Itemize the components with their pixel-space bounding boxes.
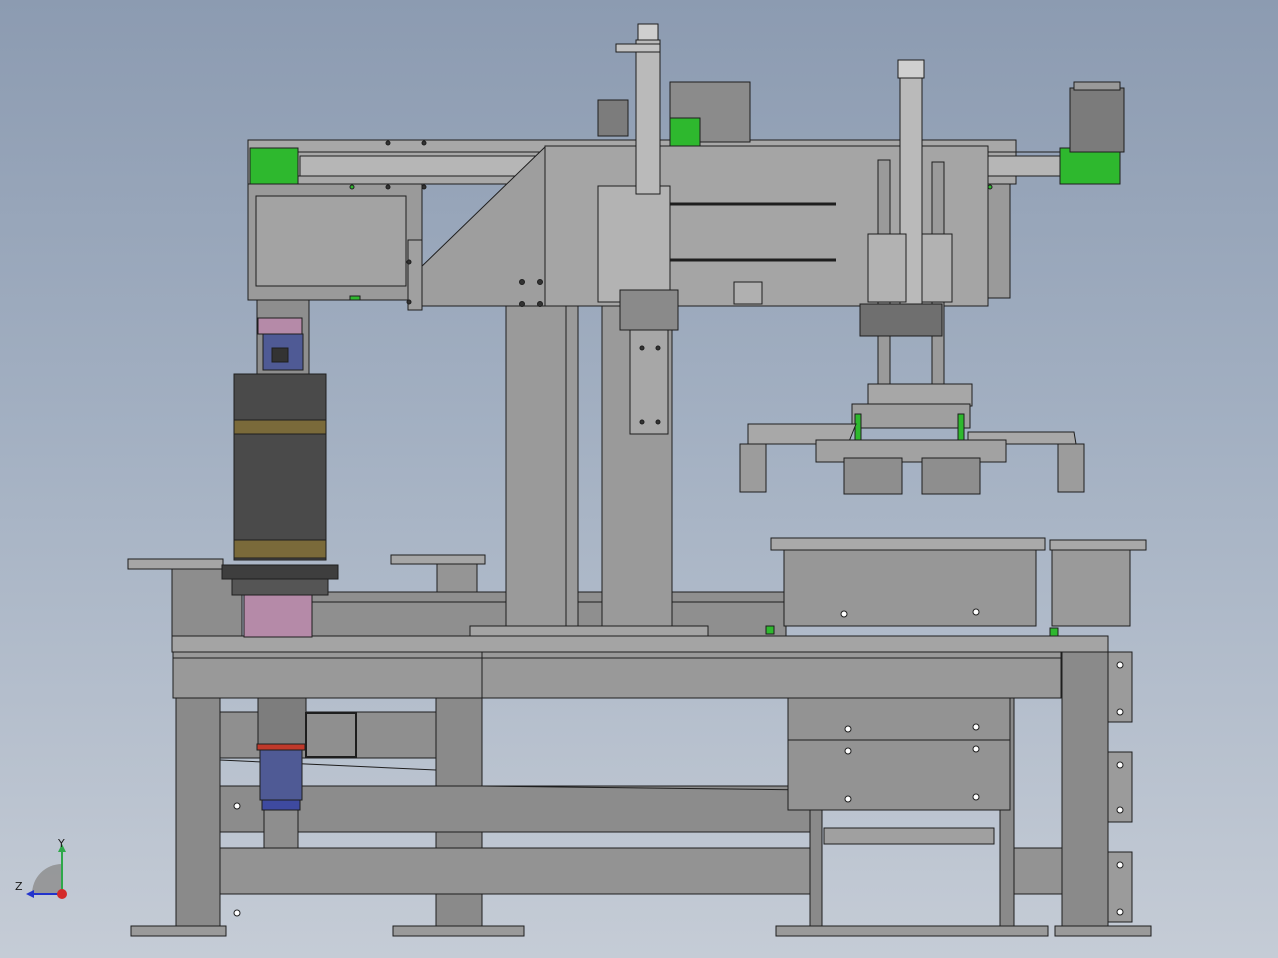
right-feed-platform[interactable] bbox=[765, 537, 1147, 637]
cad-graphics-viewport[interactable]: Y Z bbox=[0, 0, 1278, 958]
machine-assembly-model[interactable] bbox=[0, 0, 1278, 958]
gantry-frame[interactable] bbox=[247, 23, 1125, 331]
z-axis-label: Z bbox=[15, 880, 23, 893]
y-axis-label: Y bbox=[58, 837, 65, 850]
coordinate-triad-icon bbox=[26, 844, 67, 899]
central-columns[interactable] bbox=[505, 299, 673, 627]
